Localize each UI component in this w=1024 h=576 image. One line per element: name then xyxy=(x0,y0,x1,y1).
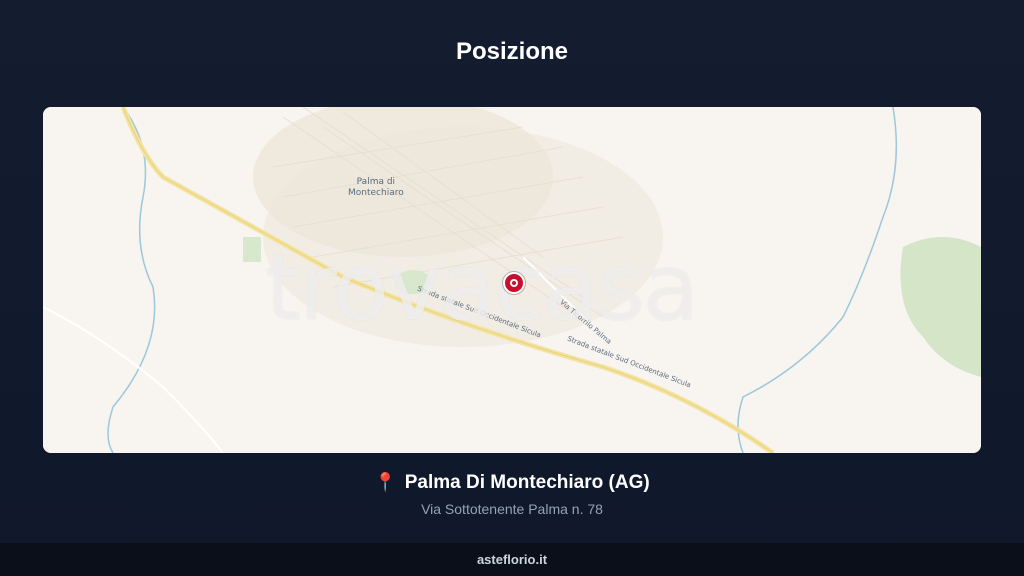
location-title: 📍 Palma Di Montechiaro (AG) xyxy=(0,472,1024,494)
location-address: Via Sottotenente Palma n. 78 xyxy=(421,501,603,517)
location-marker-icon[interactable] xyxy=(503,272,525,294)
location-name: Palma Di Montechiaro (AG) xyxy=(404,472,650,493)
page-title: Posizione xyxy=(455,38,569,65)
location-map[interactable]: Palma di Montechiaro Strada statale Sud … xyxy=(43,107,981,453)
map-pin-icon: 📍 xyxy=(374,472,397,492)
watermark-logo: trovacasa xyxy=(265,234,699,341)
town-label: Palma di Montechiaro xyxy=(348,177,404,198)
footer: asteflorio.it xyxy=(0,543,1024,576)
footer-site[interactable]: asteflorio.it xyxy=(477,552,547,567)
